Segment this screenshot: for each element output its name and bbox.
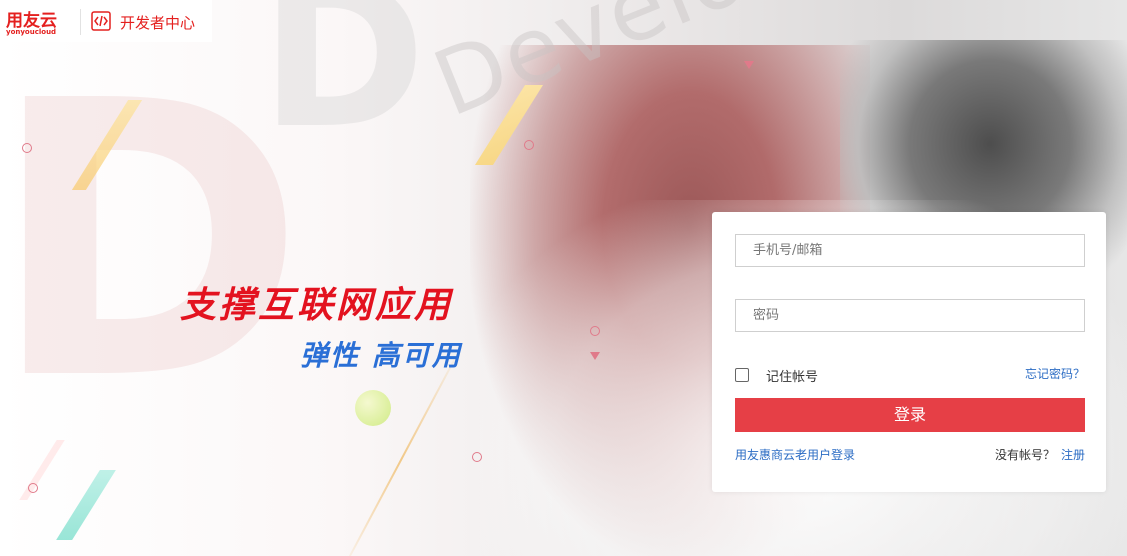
decor-stripe-teal (56, 470, 116, 540)
decor-triangle (744, 61, 754, 69)
login-panel: 记住帐号 忘记密码？ 登录 用友惠商云老用户登录 没有帐号？ 注册 (712, 212, 1106, 492)
slogan-main: 支撑互联网应用 (180, 285, 454, 326)
decor-ring (524, 140, 534, 150)
page-title: 开发者中心 (120, 14, 196, 32)
top-header: 用友云 yonyoucloud 开发者中心 (0, 0, 212, 42)
logo-text-en: yonyoucloud (6, 28, 57, 36)
old-user-login-link[interactable]: 用友惠商云老用户登录 (735, 446, 855, 463)
signup-area: 没有帐号？ 注册 (995, 446, 1085, 463)
decor-ring (28, 483, 38, 493)
yonyou-logo[interactable]: 用友云 yonyoucloud (6, 6, 70, 38)
forgot-password-link[interactable]: 忘记密码？ (1025, 365, 1085, 382)
password-input[interactable] (735, 299, 1085, 332)
decor-letter-d-small: D (260, 0, 427, 173)
username-input[interactable] (735, 234, 1085, 267)
decor-ring (472, 452, 482, 462)
remember-label: 记住帐号 (766, 369, 819, 385)
decor-ring (22, 143, 32, 153)
header-divider (80, 9, 81, 35)
decor-ring (590, 326, 600, 336)
remember-account[interactable]: 记住帐号 (735, 366, 819, 385)
developer-code-icon (91, 11, 111, 31)
login-button[interactable]: 登录 (735, 398, 1085, 432)
decor-gold-line (339, 344, 463, 556)
decor-triangle (590, 352, 600, 360)
decor-green-ball (355, 390, 391, 426)
register-link[interactable]: 注册 (1061, 448, 1085, 462)
remember-checkbox[interactable] (735, 368, 749, 382)
no-account-text: 没有帐号？ (994, 448, 1055, 462)
slogan-sub: 弹性 高可用 (300, 339, 462, 372)
